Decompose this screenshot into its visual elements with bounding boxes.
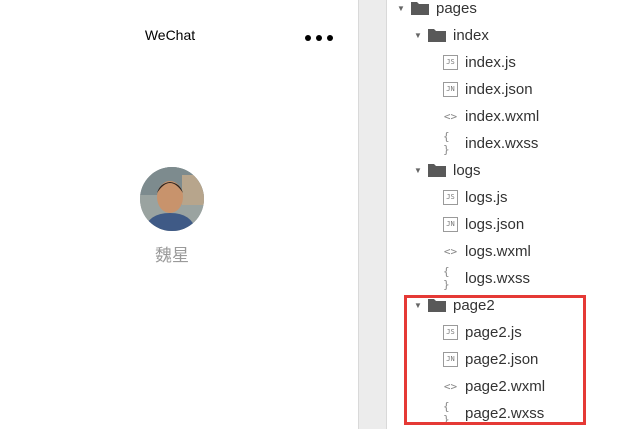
tree-file[interactable]: JN logs.json [443, 212, 524, 236]
json-file-icon: JN [443, 81, 458, 97]
tree-file-label: logs.js [465, 188, 508, 206]
nav-title: WeChat [144, 27, 196, 43]
tree-folder-label: logs [453, 161, 481, 179]
nickname: 魏星 [155, 246, 189, 265]
phone-simulator: WeChat 魏星 [0, 0, 359, 429]
tree-file-label: index.js [465, 53, 516, 71]
avatar[interactable] [140, 167, 204, 231]
tree-file[interactable]: JN index.json [443, 77, 533, 101]
chevron-down-icon: ▼ [414, 30, 422, 40]
tree-file-label: index.json [465, 80, 533, 98]
code-file-icon: <> [443, 109, 458, 123]
tree-file-label: logs.json [465, 215, 525, 233]
panel-divider [359, 0, 386, 429]
json-file-icon: JN [443, 216, 458, 232]
style-file-icon: { } [443, 265, 450, 291]
tree-file[interactable]: JS logs.js [443, 185, 508, 209]
folder-icon [411, 2, 429, 15]
tree-file[interactable]: { } logs.wxss [443, 265, 531, 291]
tree-folder-logs[interactable]: ▼ logs [414, 158, 481, 182]
tree-file-label: index.wxss [465, 134, 539, 152]
more-dots-icon[interactable] [305, 35, 333, 41]
tree-file-label: logs.wxml [465, 242, 531, 260]
tree-file-label: index.wxml [465, 107, 540, 125]
chevron-down-icon: ▼ [397, 3, 405, 13]
tree-folder-pages[interactable]: ▼ pages [397, 0, 477, 20]
folder-icon [428, 29, 446, 42]
code-file-icon: <> [443, 244, 458, 258]
tree-folder-label: index [453, 26, 489, 44]
tree-folder-label: pages [436, 0, 477, 17]
tree-folder-index[interactable]: ▼ index [414, 23, 489, 47]
tree-file[interactable]: { } index.wxss [443, 130, 539, 156]
tree-file[interactable]: <> index.wxml [443, 104, 539, 128]
style-file-icon: { } [443, 130, 450, 156]
highlight-box [404, 295, 586, 425]
chevron-down-icon: ▼ [414, 165, 422, 175]
tree-file[interactable]: <> logs.wxml [443, 239, 531, 263]
js-file-icon: JS [443, 54, 458, 70]
tree-file[interactable]: JS index.js [443, 50, 516, 74]
tree-file-label: logs.wxss [465, 269, 531, 287]
folder-icon [428, 164, 446, 177]
js-file-icon: JS [443, 189, 458, 205]
